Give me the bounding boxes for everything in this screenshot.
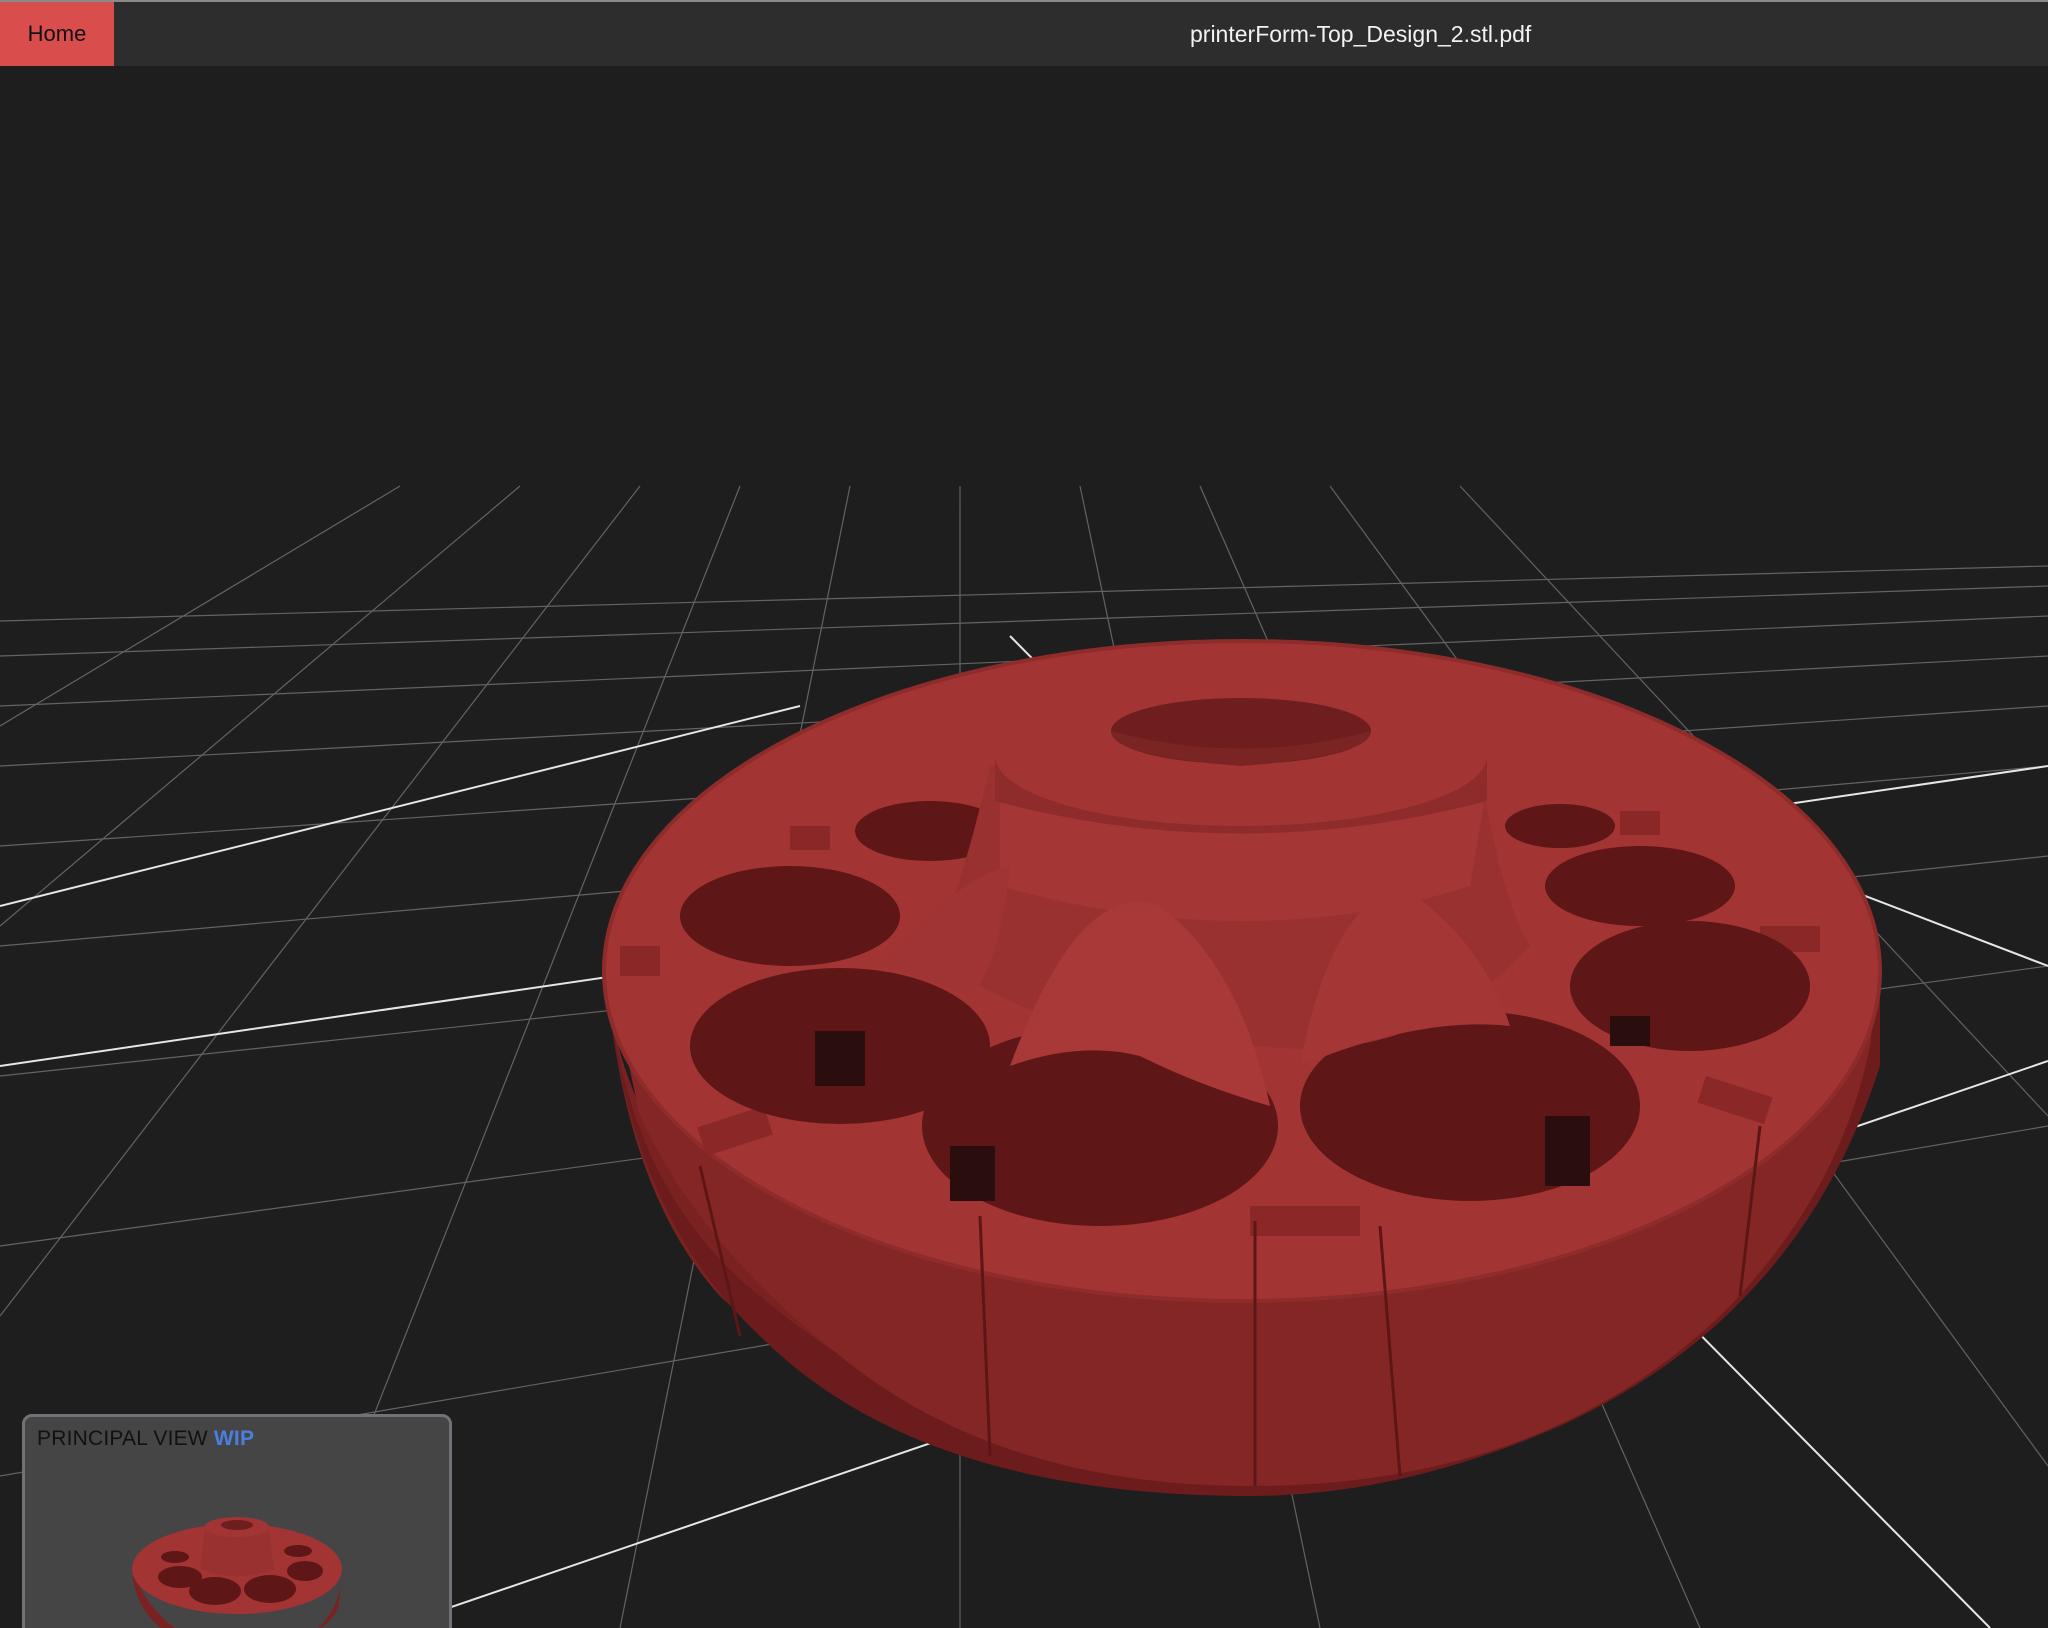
model-thumbnail[interactable] bbox=[120, 1499, 350, 1628]
wip-badge: WIP bbox=[213, 1427, 255, 1450]
top-bar: Home printerForm-Top_Design_2.stl.pdf bbox=[0, 0, 2048, 66]
model-mesh[interactable] bbox=[602, 639, 1882, 1496]
principal-view-label: PRINCIPAL VIEW WIP bbox=[37, 1427, 254, 1451]
view-label: PRINCIPAL VIEW bbox=[37, 1427, 208, 1450]
principal-view-panel[interactable]: PRINCIPAL VIEW WIP bbox=[22, 1414, 452, 1628]
3d-viewport[interactable]: PRINCIPAL VIEW WIP bbox=[0, 66, 2048, 1628]
file-name-title: printerForm-Top_Design_2.stl.pdf bbox=[1190, 21, 1532, 47]
home-button[interactable]: Home bbox=[0, 2, 114, 66]
3d-scene[interactable] bbox=[0, 66, 2048, 1628]
